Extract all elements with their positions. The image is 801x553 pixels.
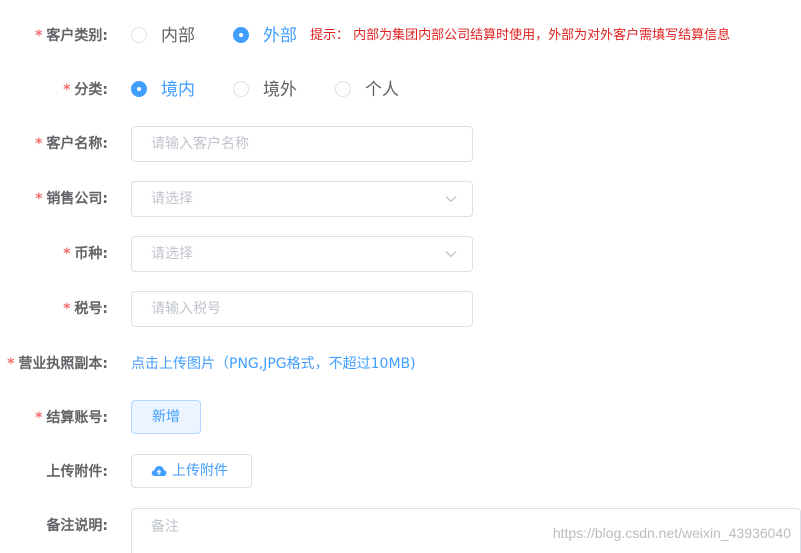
form-item-attachment: 上传附件: 上传附件 (0, 454, 801, 490)
tax-number-input[interactable] (132, 292, 451, 326)
settlement-account-label: * 结算账号: (35, 410, 108, 426)
required-mark: * (63, 246, 71, 262)
upload-attachment-button[interactable]: 上传附件 (131, 454, 252, 488)
chevron-down-icon[interactable] (444, 247, 458, 261)
attachment-label: 上传附件: (46, 464, 108, 480)
required-mark: * (63, 301, 71, 317)
customer-type-label: * 客户类别: (35, 28, 108, 44)
required-mark: * (7, 356, 15, 372)
cloud-upload-icon (151, 466, 167, 476)
customer-type-hint: 提示： 内部为集团内部公司结算时使用，外部为对外客户需填写结算信息 (310, 28, 731, 43)
form-item-settlement-account: * 结算账号: 新增 (0, 400, 801, 436)
watermark-text: https://blog.csdn.net/weixin_43936040 (552, 525, 791, 541)
currency-input[interactable] (132, 237, 451, 271)
form-item-business-license: * 营业执照副本: 点击上传图片（PNG,JPG格式，不超过10MB) (0, 346, 801, 382)
required-mark: * (35, 136, 43, 152)
required-mark: * (35, 28, 43, 44)
customer-name-field (131, 126, 473, 162)
customer-name-label: * 客户名称: (35, 136, 108, 152)
currency-select[interactable] (131, 236, 473, 272)
remark-label: 备注说明: (46, 518, 108, 534)
required-mark: * (35, 191, 43, 207)
currency-label: * 币种: (63, 246, 108, 262)
add-account-button[interactable]: 新增 (131, 400, 201, 434)
customer-form: * 客户类别: 内部 外部 提示： 内部为集团内部公司结算时使用，外部为对外客户需… (0, 0, 801, 553)
form-item-tax-number: * 税号: (0, 291, 801, 327)
chevron-down-icon[interactable] (444, 192, 458, 206)
upload-image-link[interactable]: 点击上传图片（PNG,JPG格式，不超过10MB) (131, 346, 416, 382)
category-label: * 分类: (63, 82, 108, 98)
tax-number-field (131, 291, 473, 327)
sales-company-select[interactable] (131, 181, 473, 217)
required-mark: * (35, 410, 43, 426)
radio-circle (131, 27, 147, 43)
business-license-label: * 营业执照副本: (7, 356, 108, 372)
form-item-currency: * 币种: (0, 236, 801, 272)
tax-number-label: * 税号: (63, 301, 108, 317)
radio-label: 内部 (161, 26, 195, 46)
form-item-customer-type: * 客户类别: 内部 外部 提示： 内部为集团内部公司结算时使用，外部为对外客户需… (0, 18, 801, 54)
radio-circle (335, 81, 351, 97)
form-item-category: * 分类: 境内 境外 个人 (0, 72, 801, 108)
upload-attachment-label: 上传附件 (172, 463, 228, 479)
form-item-sales-company: * 销售公司: (0, 181, 801, 217)
radio-circle (233, 81, 249, 97)
radio-circle (233, 27, 249, 43)
sales-company-label: * 销售公司: (35, 191, 108, 207)
sales-company-input[interactable] (132, 182, 451, 216)
form-item-customer-name: * 客户名称: (0, 126, 801, 162)
required-mark: * (63, 82, 71, 98)
radio-label: 境内 (161, 80, 195, 100)
radio-circle (131, 81, 147, 97)
radio-label: 个人 (365, 80, 399, 100)
radio-label: 境外 (263, 80, 297, 100)
radio-label: 外部 (263, 26, 297, 46)
customer-name-input[interactable] (132, 127, 451, 161)
